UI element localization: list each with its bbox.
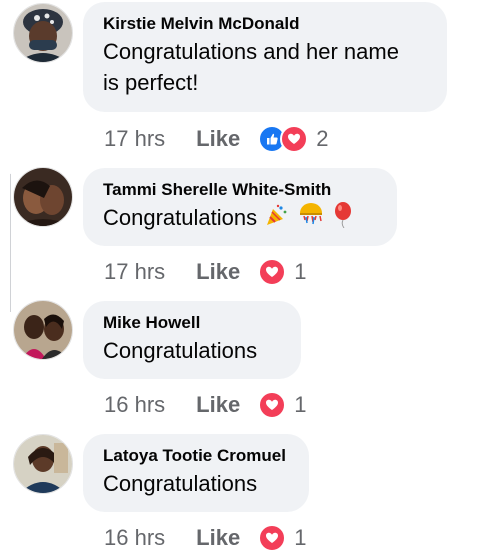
comment-author[interactable]: Latoya Tootie Cromuel	[103, 445, 289, 467]
party-popper-emoji	[265, 203, 289, 235]
comment-meta: 16 hrs Like 1	[104, 523, 306, 553]
comment-meta: 16 hrs Like 1	[104, 390, 306, 420]
reaction-count: 1	[294, 259, 307, 284]
comment-timestamp[interactable]: 17 hrs	[104, 259, 165, 285]
reaction-count: 1	[294, 392, 307, 417]
comment-timestamp[interactable]: 17 hrs	[104, 126, 165, 152]
reaction-summary[interactable]: 2	[258, 125, 328, 153]
comment-text: Congratulations and her name	[103, 39, 399, 64]
reaction-count: 2	[316, 126, 329, 151]
love-icon	[280, 125, 309, 153]
comment-bubble: Latoya Tootie Cromuel Congratulations	[83, 434, 309, 512]
comment-author[interactable]: Tammi Sherelle White-Smith	[103, 179, 377, 201]
reaction-summary[interactable]: 1	[258, 391, 306, 419]
love-icon	[258, 524, 287, 552]
comment-meta: 17 hrs Like 2	[104, 124, 328, 154]
avatar[interactable]	[13, 434, 73, 494]
avatar[interactable]	[13, 167, 73, 227]
comment-meta: 17 hrs Like 1	[104, 257, 306, 287]
comment-timestamp[interactable]: 16 hrs	[104, 525, 165, 551]
comment-text: is perfect!	[103, 70, 199, 95]
comment-text-main: Congratulations	[103, 205, 258, 230]
comment-bubble: Mike Howell Congratulations	[83, 301, 301, 379]
like-button[interactable]: Like	[196, 259, 240, 285]
comment-author[interactable]: Kirstie Melvin McDonald	[103, 13, 427, 35]
comment-text: Congratulations	[103, 471, 258, 496]
reaction-summary[interactable]: 1	[258, 524, 306, 552]
comment-author[interactable]: Mike Howell	[103, 312, 281, 334]
comment-text: Congratulations	[103, 202, 377, 236]
balloon-emoji	[333, 202, 353, 236]
confetti-ball-emoji	[297, 203, 325, 235]
reaction-count: 1	[294, 525, 307, 550]
like-button[interactable]: Like	[196, 392, 240, 418]
comment-bubble: Kirstie Melvin McDonald Congratulations …	[83, 2, 447, 112]
love-icon	[258, 391, 287, 419]
avatar[interactable]	[13, 3, 73, 63]
comment-bubble: Tammi Sherelle White-Smith Congratulatio…	[83, 168, 397, 246]
like-button[interactable]: Like	[196, 525, 240, 551]
love-icon	[258, 258, 287, 286]
reply-thread-line	[8, 168, 14, 312]
like-button[interactable]: Like	[196, 126, 240, 152]
avatar[interactable]	[13, 300, 73, 360]
comment-timestamp[interactable]: 16 hrs	[104, 392, 165, 418]
comment-text: Congratulations	[103, 338, 258, 363]
reaction-summary[interactable]: 1	[258, 258, 306, 286]
